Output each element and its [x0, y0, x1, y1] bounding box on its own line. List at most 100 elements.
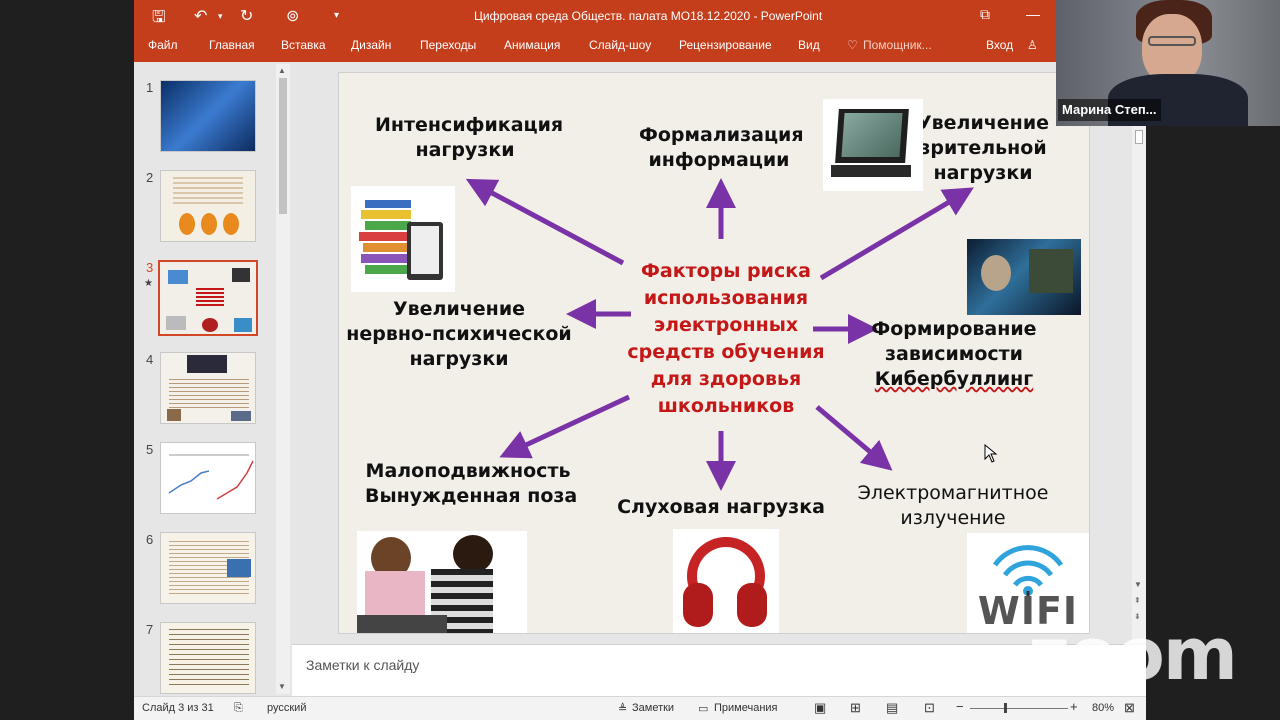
tablet-image [823, 99, 923, 191]
sign-in-link[interactable]: Вход [986, 38, 1013, 52]
slide-sorter-view-icon[interactable]: ⊞ [850, 700, 861, 716]
tab-transitions[interactable]: Переходы [420, 38, 476, 52]
slide-thumbnail-2[interactable] [160, 170, 256, 242]
zoom-in-icon[interactable]: + [1070, 699, 1078, 714]
language-indicator[interactable]: русский [267, 702, 306, 714]
undo-dropdown-icon[interactable]: ▾ [218, 11, 223, 22]
label-dependency-line-2: зависимости [885, 343, 1023, 365]
thumb-5-charts [168, 454, 254, 500]
label-em-radiation: Электромагнитное излучение [849, 481, 1057, 531]
thumbnails-scrollbar[interactable]: ▲ ▼ [276, 64, 290, 694]
zoom-slider-thumb[interactable] [1004, 703, 1007, 713]
thumb-number-7: 7 [146, 622, 154, 637]
slide-thumbnail-7[interactable] [160, 622, 256, 694]
headphones-image [673, 529, 779, 633]
thumb-number-4: 4 [146, 352, 154, 367]
notes-toggle-button[interactable]: Заметки [632, 702, 674, 714]
tab-insert[interactable]: Вставка [281, 38, 326, 52]
arrow-to-intensification [465, 178, 625, 266]
ribbon-display-options-icon[interactable]: ⧉ [980, 6, 990, 23]
save-icon[interactable]: 🖫 [152, 6, 166, 33]
participant-name-tag: Марина Степ... [1058, 99, 1161, 121]
comments-button[interactable]: Примечания [714, 702, 778, 714]
slideshow-view-icon[interactable]: ⊡ [924, 700, 935, 716]
label-formalization: Формализация информации [639, 123, 804, 173]
slide-thumbnail-5[interactable] [160, 442, 256, 514]
slide-thumbnail-4[interactable] [160, 352, 256, 424]
center-line-1: Факторы риска [641, 260, 811, 282]
current-slide[interactable]: Факторы риска использования электронных … [338, 72, 1090, 634]
tab-review[interactable]: Рецензирование [679, 38, 772, 52]
customize-qat-icon[interactable]: ▾ [334, 10, 339, 21]
slideshow-start-icon[interactable]: ⊚ [286, 6, 299, 26]
arrow-to-hypodynamia [499, 394, 631, 459]
label-neuro-line-3: нагрузки [409, 348, 509, 370]
center-line-2: использования [643, 287, 809, 309]
thumb-number-5: 5 [146, 442, 154, 457]
previous-slide-icon[interactable]: ⇞ [1134, 596, 1141, 605]
slide-scroll-thumb[interactable] [1135, 130, 1143, 144]
tab-home[interactable]: Главная [209, 38, 255, 52]
label-neuro-line-2: нервно-психической [346, 323, 572, 345]
tab-design[interactable]: Дизайн [351, 38, 391, 52]
comments-icon[interactable]: ▭ [698, 702, 708, 715]
scroll-down-arrow-icon[interactable]: ▼ [278, 682, 286, 691]
undo-icon[interactable]: ↶ [194, 6, 207, 26]
label-dependency-line-3: Кибербуллинг [874, 368, 1034, 390]
zoom-out-icon[interactable]: − [956, 699, 964, 714]
center-line-3: электронных [653, 314, 799, 336]
animation-star-icon: ★ [144, 278, 153, 289]
label-hearing: Слуховая нагрузка [617, 496, 825, 518]
slide-thumbnail-6[interactable] [160, 532, 256, 604]
slide-thumbnail-1[interactable] [160, 80, 256, 152]
thumbnails-scroll-thumb[interactable] [279, 78, 287, 214]
label-neuro-line-1: Увеличение [392, 298, 526, 320]
share-icon[interactable]: ♙ [1027, 38, 1038, 52]
notes-toggle-icon[interactable]: ≜ [618, 702, 627, 715]
label-dependency-line-1: Формирование [871, 318, 1037, 340]
label-em-line-1: Электромагнитное [857, 482, 1049, 504]
fit-to-window-icon[interactable]: ⊠ [1124, 700, 1135, 716]
document-title: Цифровая среда Обществ. палата МО18.12.2… [474, 9, 823, 23]
label-hypodynamia-line-2: Вынужденная поза [365, 485, 578, 507]
slide-counter: Слайд 3 из 31 [142, 702, 214, 714]
thumb-number-1: 1 [146, 80, 154, 95]
tab-slideshow[interactable]: Слайд-шоу [589, 38, 651, 52]
redo-icon[interactable]: ↻ [240, 6, 253, 26]
thumb-number-3: 3 [146, 260, 154, 275]
slide-editing-area: Факторы риска использования электронных … [292, 62, 1146, 642]
mouse-cursor-icon [984, 444, 998, 463]
tab-animations[interactable]: Анимация [504, 38, 560, 52]
zoom-slider[interactable] [970, 708, 1068, 709]
label-intensification-line-1: Интенсификация [375, 114, 564, 136]
label-formalization-line-1: Формализация [639, 124, 804, 146]
label-intensification: Интенсификация нагрузки [375, 113, 564, 163]
label-visual-load: Увеличение зрительной нагрузки [913, 111, 1053, 186]
center-line-5: для здоровья [650, 368, 802, 390]
minimize-icon[interactable]: — [1026, 6, 1040, 22]
ribbon-tabs: Файл Главная Вставка Дизайн Переходы Ани… [134, 32, 1146, 62]
scroll-down-arrow-icon[interactable]: ▼ [1134, 580, 1142, 589]
scroll-up-arrow-icon[interactable]: ▲ [278, 66, 286, 75]
label-dependency: Формирование зависимости Кибербуллинг [869, 317, 1039, 392]
tab-file[interactable]: Файл [148, 38, 178, 52]
tab-view[interactable]: Вид [798, 38, 820, 52]
tell-me-search[interactable]: Помощник... [863, 38, 932, 52]
title-bar: 🖫 ↶ ▾ ↻ ⊚ ▾ Цифровая среда Обществ. пала… [134, 0, 1146, 32]
books-tablet-image [351, 186, 455, 292]
center-title: Факторы риска использования электронных … [621, 258, 831, 420]
slide-scrollbar[interactable]: ▼ ⇞ ⇟ [1132, 62, 1146, 642]
notes-pane[interactable]: Заметки к слайду [292, 644, 1146, 696]
normal-view-icon[interactable]: ▣ [814, 700, 826, 716]
slide-thumbnail-3[interactable] [158, 260, 258, 336]
notes-placeholder[interactable]: Заметки к слайду [306, 657, 419, 673]
zoom-level[interactable]: 80% [1092, 702, 1114, 714]
label-em-line-2: излучение [900, 507, 1006, 529]
center-line-6: школьников [657, 395, 795, 417]
zoom-screen-share: 🖫 ↶ ▾ ↻ ⊚ ▾ Цифровая среда Обществ. пала… [0, 0, 1280, 720]
powerpoint-window: 🖫 ↶ ▾ ↻ ⊚ ▾ Цифровая среда Обществ. пала… [134, 0, 1146, 720]
reading-view-icon[interactable]: ▤ [886, 700, 898, 716]
participant-video: Марина Степ... [1056, 0, 1280, 126]
zoom-watermark: zoom [1028, 612, 1238, 696]
spelling-check-icon[interactable]: ⎘ [234, 702, 243, 715]
